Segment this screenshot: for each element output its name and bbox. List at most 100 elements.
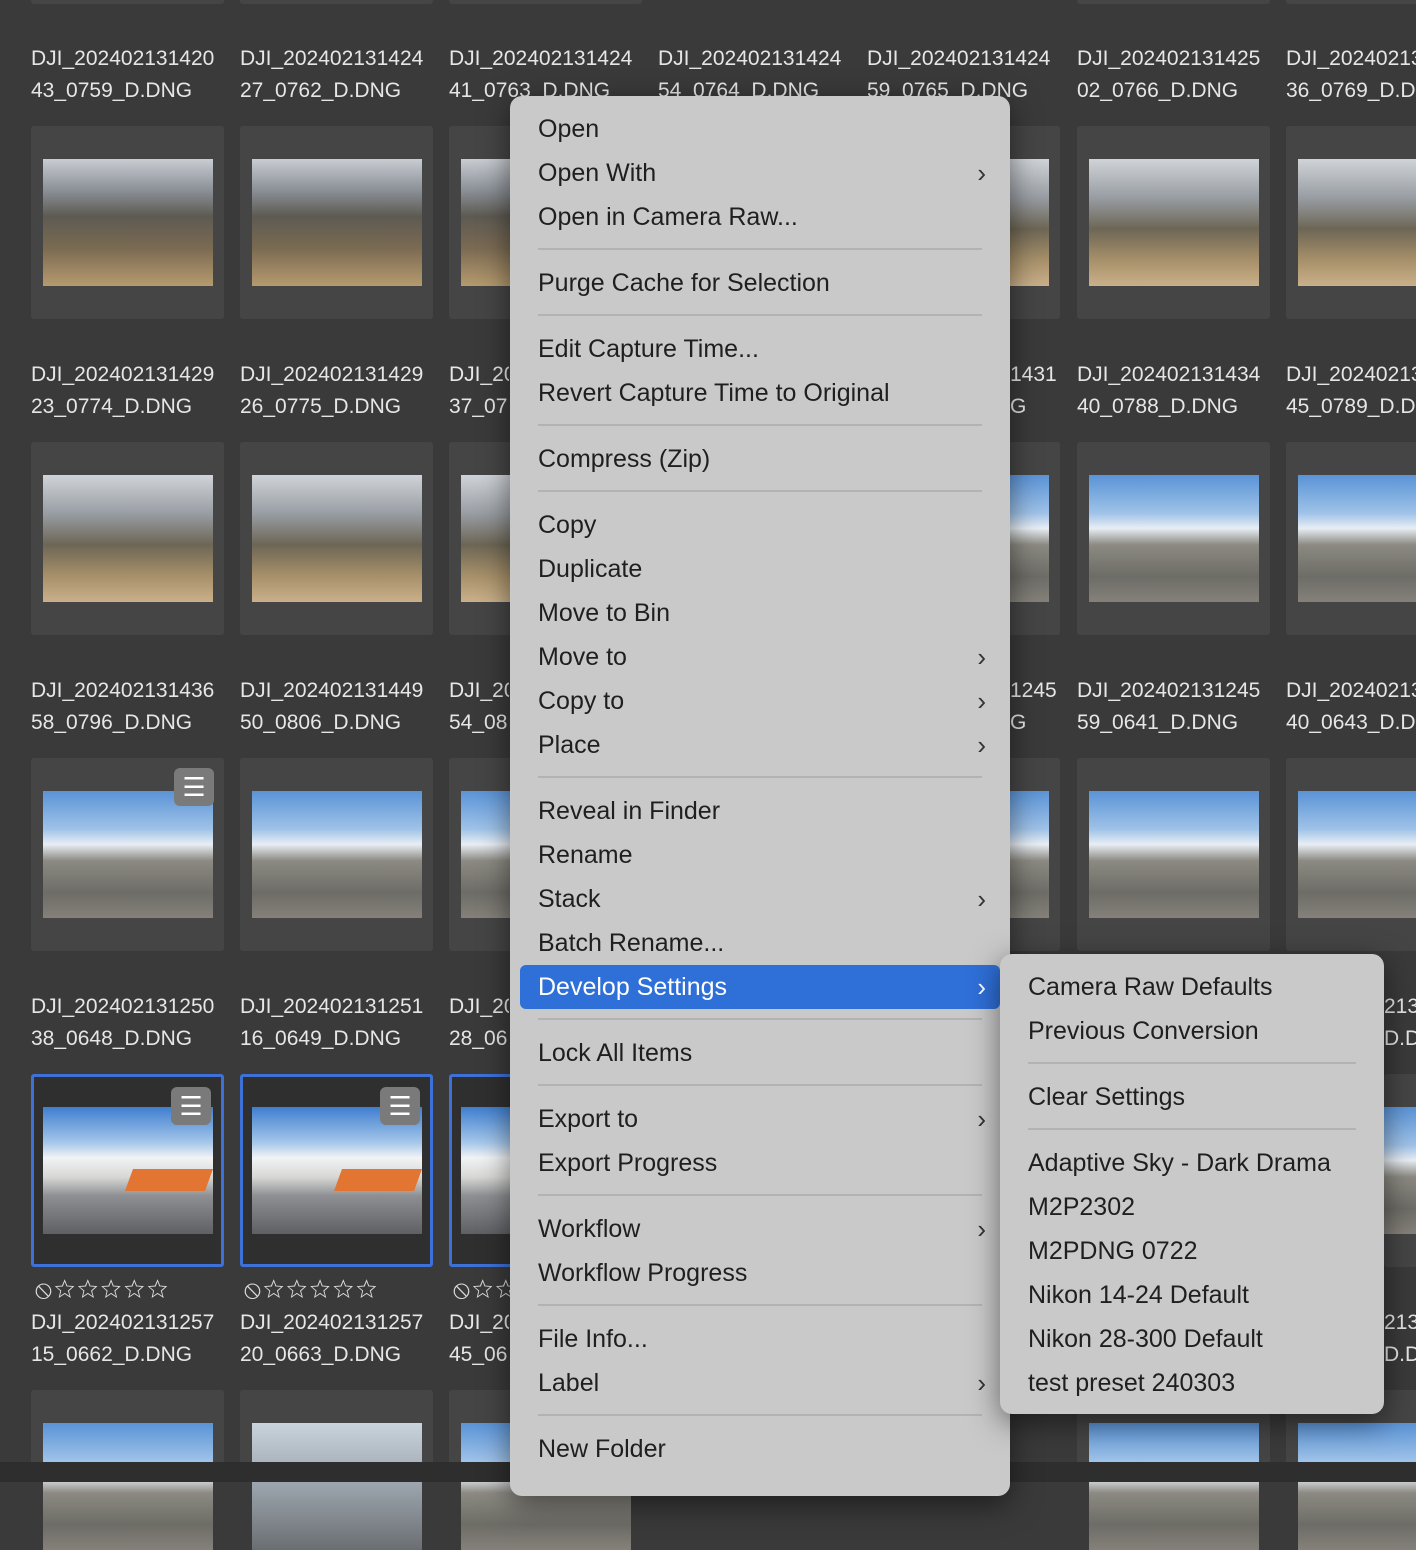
menu-separator	[538, 1194, 982, 1196]
thumbnail-card[interactable]	[1077, 442, 1270, 635]
submenu-item-camera-raw-defaults[interactable]: Camera Raw Defaults	[1028, 965, 1273, 1009]
thumbnail-image	[1298, 159, 1416, 286]
file-name: DJI_20 45_06	[449, 1311, 509, 1366]
submenu-item-preset[interactable]: Nikon 28-300 Default	[1028, 1317, 1263, 1361]
menu-item-rename[interactable]: Rename	[520, 833, 1000, 877]
file-name: DJI_202402131245 59_0641_D.DNG	[1077, 679, 1261, 734]
thumbnail-image	[43, 475, 213, 602]
rating-row[interactable]: ⦸☆☆☆☆☆	[35, 1274, 170, 1306]
chevron-right-icon: ›	[977, 686, 986, 716]
submenu-item-previous-conversion[interactable]: Previous Conversion	[1028, 1009, 1259, 1053]
file-name: 213 D.D	[1384, 1311, 1416, 1366]
thumbnail-image	[43, 791, 213, 918]
thumbnail-card[interactable]: ☰	[31, 758, 224, 951]
menu-item-copy-to[interactable]: Copy to ›	[520, 679, 1000, 723]
menu-item-workflow[interactable]: Workflow ›	[520, 1207, 1000, 1251]
thumbnail-card[interactable]	[31, 0, 224, 4]
menu-item-compress[interactable]: Compress (Zip)	[520, 437, 1000, 481]
thumbnail-image	[1384, 1107, 1416, 1234]
menu-item-export-progress[interactable]: Export Progress	[520, 1141, 1000, 1185]
thumbnail-card[interactable]	[1384, 1074, 1416, 1267]
file-name: DJI_202402131420 43_0759_D.DNG	[31, 47, 215, 102]
menu-item-place[interactable]: Place ›	[520, 723, 1000, 767]
thumbnail-card[interactable]	[1077, 126, 1270, 319]
sliders-icon: ☰	[171, 1087, 211, 1125]
file-name: DJI_202402131429 26_0775_D.DNG	[240, 363, 424, 418]
thumbnail-card[interactable]	[1286, 0, 1416, 4]
thumbnail-image	[252, 1107, 422, 1234]
chevron-right-icon: ›	[977, 158, 986, 188]
menu-separator	[538, 248, 982, 250]
sliders-icon: ☰	[174, 768, 214, 806]
submenu-item-preset[interactable]: M2P2302	[1028, 1185, 1135, 1229]
sliders-icon: ☰	[380, 1087, 420, 1125]
submenu-item-clear-settings[interactable]: Clear Settings	[1028, 1075, 1185, 1119]
thumbnail-card[interactable]	[31, 442, 224, 635]
menu-item-stack[interactable]: Stack ›	[520, 877, 1000, 921]
thumbnail-card[interactable]	[31, 126, 224, 319]
file-name: 1245 G	[1010, 679, 1057, 734]
menu-separator	[538, 1084, 982, 1086]
menu-item-open-in-camera-raw[interactable]: Open in Camera Raw...	[520, 195, 1000, 239]
menu-item-lock-all-items[interactable]: Lock All Items	[520, 1031, 1000, 1075]
menu-item-label[interactable]: Label ›	[520, 1361, 1000, 1405]
menu-item-reveal-in-finder[interactable]: Reveal in Finder	[520, 789, 1000, 833]
menu-item-move-to[interactable]: Move to ›	[520, 635, 1000, 679]
file-name: DJI_202402131424 27_0762_D.DNG	[240, 47, 424, 102]
submenu-item-preset[interactable]: test preset 240303	[1028, 1361, 1235, 1405]
menu-item-move-to-bin[interactable]: Move to Bin	[520, 591, 1000, 635]
menu-item-new-folder[interactable]: New Folder	[520, 1427, 1000, 1471]
thumbnail-card[interactable]	[240, 758, 433, 951]
file-name: DJI_202402131257 15_0662_D.DNG	[31, 1311, 215, 1366]
star-outline-icon[interactable]: ☆☆☆☆☆	[472, 1274, 510, 1304]
chevron-right-icon: ›	[977, 884, 986, 914]
thumbnail-card[interactable]	[240, 126, 433, 319]
reject-icon[interactable]: ⦸	[35, 1274, 54, 1304]
reject-icon[interactable]: ⦸	[244, 1274, 263, 1304]
menu-item-file-info[interactable]: File Info...	[520, 1317, 1000, 1361]
star-outline-icon[interactable]: ☆☆☆☆☆	[54, 1274, 170, 1304]
file-name: DJI_202402131425 02_0766_D.DNG	[1077, 47, 1261, 102]
thumbnail-card-selected[interactable]: ☰	[31, 1074, 224, 1267]
menu-separator	[538, 776, 982, 778]
reject-icon[interactable]: ⦸	[453, 1274, 472, 1304]
star-outline-icon[interactable]: ☆☆☆☆☆	[263, 1274, 379, 1304]
thumbnail-card-selected[interactable]: ☰	[240, 1074, 433, 1267]
menu-separator	[538, 1018, 982, 1020]
menu-item-revert-capture-time[interactable]: Revert Capture Time to Original	[520, 371, 1000, 415]
menu-item-purge-cache[interactable]: Purge Cache for Selection	[520, 261, 1000, 305]
menu-item-open[interactable]: Open	[520, 107, 1000, 151]
menu-item-open-with[interactable]: Open With ›	[520, 151, 1000, 195]
thumbnail-card[interactable]	[1286, 126, 1416, 319]
thumbnail-card[interactable]	[449, 0, 642, 4]
menu-separator	[538, 314, 982, 316]
file-name: DJI_202402131257 20_0663_D.DNG	[240, 1311, 424, 1366]
thumbnail-card[interactable]	[1286, 758, 1416, 951]
thumbnail-card[interactable]	[1077, 0, 1270, 4]
thumbnail-image	[1298, 791, 1416, 918]
rating-row[interactable]: ⦸☆☆☆☆☆	[453, 1274, 510, 1306]
thumbnail-card[interactable]	[240, 442, 433, 635]
menu-item-export-to[interactable]: Export to ›	[520, 1097, 1000, 1141]
menu-item-workflow-progress[interactable]: Workflow Progress	[520, 1251, 1000, 1295]
submenu-item-preset[interactable]: Adaptive Sky - Dark Drama	[1028, 1141, 1331, 1185]
thumbnail-card[interactable]	[1077, 758, 1270, 951]
menu-separator	[538, 1414, 982, 1416]
menu-item-edit-capture-time[interactable]: Edit Capture Time...	[520, 327, 1000, 371]
submenu-item-preset[interactable]: M2PDNG 0722	[1028, 1229, 1198, 1273]
menu-item-batch-rename[interactable]: Batch Rename...	[520, 921, 1000, 965]
menu-item-duplicate[interactable]: Duplicate	[520, 547, 1000, 591]
thumbnail-card[interactable]	[1286, 442, 1416, 635]
chevron-right-icon: ›	[977, 1368, 986, 1398]
file-name: DJI_202402131251 16_0649_D.DNG	[240, 995, 424, 1050]
thumbnail-image	[252, 475, 422, 602]
menu-item-develop-settings[interactable]: Develop Settings ›	[520, 965, 1000, 1009]
chevron-right-icon: ›	[977, 730, 986, 760]
rating-row[interactable]: ⦸☆☆☆☆☆	[244, 1274, 379, 1306]
menu-item-copy[interactable]: Copy	[520, 503, 1000, 547]
file-name: 213 D.D	[1384, 995, 1416, 1050]
file-name: DJI_202402131436 58_0796_D.DNG	[31, 679, 215, 734]
thumbnail-image	[43, 159, 213, 286]
thumbnail-card[interactable]	[240, 0, 433, 4]
submenu-item-preset[interactable]: Nikon 14-24 Default	[1028, 1273, 1249, 1317]
